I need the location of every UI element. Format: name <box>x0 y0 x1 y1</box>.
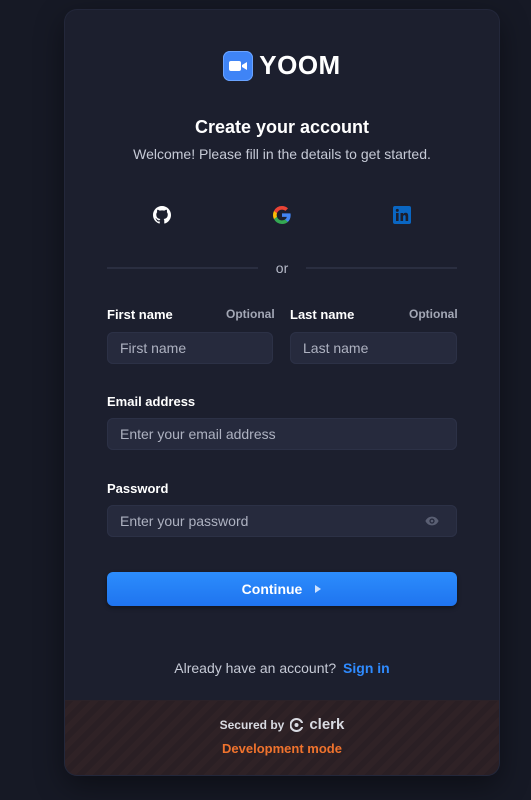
continue-label: Continue <box>241 581 303 597</box>
signin-prompt: Already have an account? Sign in <box>65 660 499 676</box>
google-icon <box>273 206 291 224</box>
linkedin-icon <box>393 206 411 224</box>
github-icon <box>153 206 171 224</box>
divider-text: or <box>275 260 289 276</box>
social-buttons <box>107 200 457 230</box>
last-name-optional: Optional <box>409 307 458 321</box>
first-name-placeholder: First name <box>120 340 187 356</box>
email-label: Email address <box>107 394 196 409</box>
last-name-placeholder: Last name <box>303 340 369 356</box>
github-button[interactable] <box>107 200 217 230</box>
secured-by: Secured by clerk <box>65 716 499 733</box>
divider-line-right <box>306 267 458 269</box>
page-subtitle: Welcome! Please fill in the details to g… <box>133 146 431 162</box>
first-name-input[interactable]: First name <box>107 332 273 364</box>
brand-logo: YOOM <box>65 50 499 81</box>
clerk-wordmark: clerk <box>309 716 345 733</box>
email-placeholder: Enter your email address <box>120 426 276 442</box>
last-name-input[interactable]: Last name <box>290 332 457 364</box>
clerk-logo-icon <box>290 717 304 732</box>
signin-link[interactable]: Sign in <box>343 660 390 676</box>
secured-by-text: Secured by <box>219 717 285 732</box>
password-placeholder: Enter your password <box>120 513 249 529</box>
signup-card: YOOM Create your account Welcome! Please… <box>65 10 499 775</box>
password-label: Password <box>107 481 169 496</box>
continue-button[interactable]: Continue <box>107 572 457 606</box>
first-name-optional: Optional <box>226 307 275 321</box>
linkedin-button[interactable] <box>347 200 457 230</box>
first-name-label: First name <box>107 307 173 322</box>
email-input[interactable]: Enter your email address <box>107 418 457 450</box>
footer: Secured by clerk Development mode <box>65 700 499 775</box>
show-password-eye-icon[interactable] <box>425 514 439 528</box>
video-camera-icon <box>223 50 254 81</box>
development-mode-label: Development mode <box>222 741 342 756</box>
google-button[interactable] <box>227 200 337 230</box>
brand-name: YOOM <box>259 50 341 80</box>
last-name-label: Last name <box>290 307 355 322</box>
page-title: Create your account <box>194 117 370 137</box>
password-input[interactable]: Enter your password <box>107 505 457 537</box>
signin-prompt-text: Already have an account? <box>174 660 337 676</box>
divider-line-left <box>107 267 258 269</box>
caret-right-icon <box>315 585 322 593</box>
or-divider: or <box>107 258 458 278</box>
